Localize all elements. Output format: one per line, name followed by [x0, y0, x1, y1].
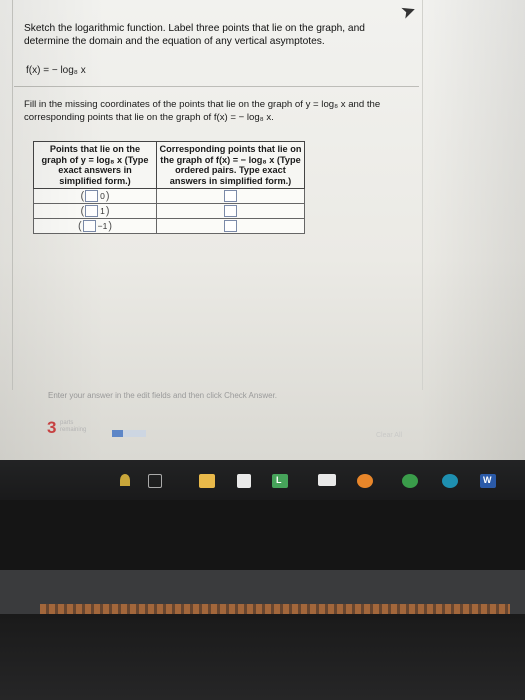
right-rule	[422, 0, 423, 390]
log-point-cell: ( 1 )	[33, 203, 157, 219]
y-value: −1	[97, 221, 108, 231]
footer-instruction: Enter your answer in the edit fields and…	[48, 391, 278, 400]
firefox-icon[interactable]	[357, 474, 373, 488]
store-icon[interactable]	[237, 474, 251, 488]
app-l-icon[interactable]: L	[272, 474, 288, 488]
corresponding-point-cell	[156, 218, 305, 234]
laptop-bezel	[0, 500, 525, 570]
file-explorer-icon[interactable]	[199, 474, 215, 488]
parts-remaining-label: parts remaining	[60, 420, 87, 433]
task-view-icon[interactable]	[148, 474, 162, 488]
divider	[14, 86, 419, 87]
column-header-corresponding-points: Corresponding points that lie on the gra…	[156, 141, 305, 189]
browser-icon[interactable]	[442, 474, 458, 488]
microphone-icon[interactable]	[120, 474, 130, 486]
screen: ➤ Sketch the logarithmic function. Label…	[0, 0, 525, 470]
keyboard-edge	[0, 614, 525, 700]
y-value: 1	[100, 206, 105, 216]
corresponding-point-cell	[156, 203, 305, 219]
table-row: ( 0 )	[33, 188, 305, 204]
instructions-text: Fill in the missing coordinates of the p…	[24, 99, 381, 123]
clear-all-button[interactable]: Clear All	[376, 432, 402, 439]
x-coordinate-input[interactable]	[85, 190, 99, 202]
x-coordinate-input[interactable]	[82, 220, 96, 232]
hinge-reflection	[40, 604, 510, 614]
function-equation: f(x) = − log₈ x	[26, 65, 86, 76]
corresponding-point-cell	[156, 188, 305, 204]
y-value: 0	[100, 191, 105, 201]
parts-remaining-count: 3	[47, 418, 57, 437]
table-row: ( −1 )	[33, 218, 305, 234]
points-table: Points that lie on the graph of y = log₈…	[33, 141, 305, 234]
left-rule	[12, 0, 13, 390]
log-point-cell: ( 0 )	[33, 188, 157, 204]
chrome-icon[interactable]	[402, 474, 418, 488]
x-coordinate-input[interactable]	[85, 205, 99, 217]
question-text: Sketch the logarithmic function. Label t…	[24, 23, 365, 47]
word-icon[interactable]: W	[480, 474, 496, 488]
ordered-pair-input[interactable]	[224, 205, 237, 217]
table-header-row: Points that lie on the graph of y = log₈…	[33, 141, 305, 189]
ordered-pair-input[interactable]	[224, 220, 237, 232]
column-header-log-points: Points that lie on the graph of y = log₈…	[33, 141, 157, 189]
progress-fill	[112, 430, 124, 437]
ordered-pair-input[interactable]	[224, 190, 237, 202]
mail-icon[interactable]	[318, 474, 336, 486]
log-point-cell: ( −1 )	[33, 218, 157, 234]
progress-bar	[112, 430, 146, 437]
table-row: ( 1 )	[33, 203, 305, 219]
mouse-cursor-icon: ➤	[397, 0, 419, 24]
